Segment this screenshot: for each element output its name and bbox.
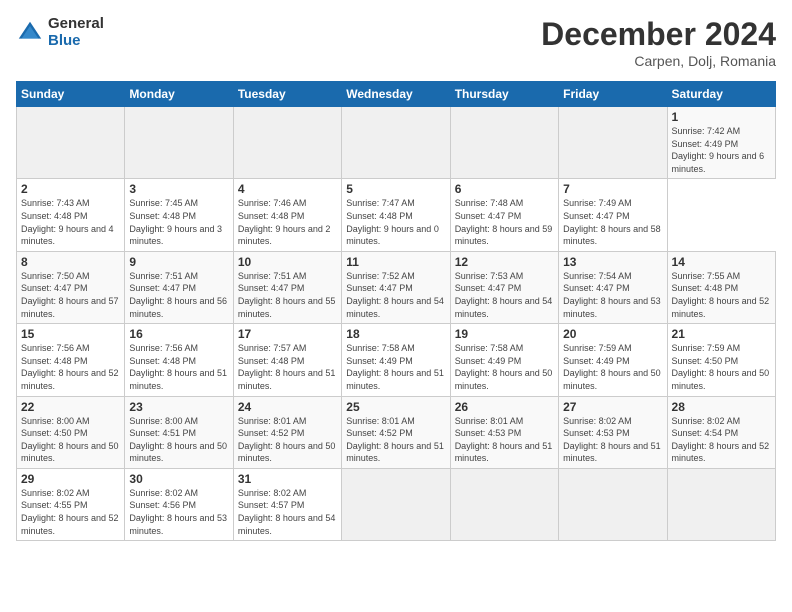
empty-cell (450, 468, 558, 540)
calendar-day-10: 10Sunrise: 7:51 AMSunset: 4:47 PMDayligh… (233, 251, 341, 323)
calendar-day-2: 2Sunrise: 7:43 AMSunset: 4:48 PMDaylight… (17, 179, 125, 251)
calendar-day-27: 27Sunrise: 8:02 AMSunset: 4:53 PMDayligh… (559, 396, 667, 468)
page: General Blue December 2024 Carpen, Dolj,… (0, 0, 792, 612)
calendar-day-24: 24Sunrise: 8:01 AMSunset: 4:52 PMDayligh… (233, 396, 341, 468)
calendar-day-1: 1Sunrise: 7:42 AMSunset: 4:49 PMDaylight… (667, 107, 775, 179)
calendar-day-14: 14Sunrise: 7:55 AMSunset: 4:48 PMDayligh… (667, 251, 775, 323)
empty-cell (450, 107, 558, 179)
calendar-day-23: 23Sunrise: 8:00 AMSunset: 4:51 PMDayligh… (125, 396, 233, 468)
calendar-week-0: 1Sunrise: 7:42 AMSunset: 4:49 PMDaylight… (17, 107, 776, 179)
empty-cell (233, 107, 341, 179)
calendar-week-4: 22Sunrise: 8:00 AMSunset: 4:50 PMDayligh… (17, 396, 776, 468)
empty-cell (667, 468, 775, 540)
calendar-day-19: 19Sunrise: 7:58 AMSunset: 4:49 PMDayligh… (450, 324, 558, 396)
calendar-day-18: 18Sunrise: 7:58 AMSunset: 4:49 PMDayligh… (342, 324, 450, 396)
calendar-day-7: 7Sunrise: 7:49 AMSunset: 4:47 PMDaylight… (559, 179, 667, 251)
header: General Blue December 2024 Carpen, Dolj,… (16, 16, 776, 69)
calendar-table: SundayMondayTuesdayWednesdayThursdayFrid… (16, 81, 776, 541)
calendar-header-wednesday: Wednesday (342, 82, 450, 107)
month-title: December 2024 (541, 16, 776, 53)
calendar-day-30: 30Sunrise: 8:02 AMSunset: 4:56 PMDayligh… (125, 468, 233, 540)
calendar-day-28: 28Sunrise: 8:02 AMSunset: 4:54 PMDayligh… (667, 396, 775, 468)
title-block: December 2024 Carpen, Dolj, Romania (541, 16, 776, 69)
location: Carpen, Dolj, Romania (541, 53, 776, 69)
calendar-header-friday: Friday (559, 82, 667, 107)
calendar-day-17: 17Sunrise: 7:57 AMSunset: 4:48 PMDayligh… (233, 324, 341, 396)
calendar-day-13: 13Sunrise: 7:54 AMSunset: 4:47 PMDayligh… (559, 251, 667, 323)
empty-cell (17, 107, 125, 179)
calendar-day-26: 26Sunrise: 8:01 AMSunset: 4:53 PMDayligh… (450, 396, 558, 468)
calendar-header-row: SundayMondayTuesdayWednesdayThursdayFrid… (17, 82, 776, 107)
logo-text: General Blue (48, 16, 104, 49)
calendar-day-4: 4Sunrise: 7:46 AMSunset: 4:48 PMDaylight… (233, 179, 341, 251)
calendar-header-thursday: Thursday (450, 82, 558, 107)
calendar-week-1: 2Sunrise: 7:43 AMSunset: 4:48 PMDaylight… (17, 179, 776, 251)
calendar-week-3: 15Sunrise: 7:56 AMSunset: 4:48 PMDayligh… (17, 324, 776, 396)
calendar-header-saturday: Saturday (667, 82, 775, 107)
empty-cell (125, 107, 233, 179)
calendar-day-12: 12Sunrise: 7:53 AMSunset: 4:47 PMDayligh… (450, 251, 558, 323)
calendar-week-5: 29Sunrise: 8:02 AMSunset: 4:55 PMDayligh… (17, 468, 776, 540)
calendar-week-2: 8Sunrise: 7:50 AMSunset: 4:47 PMDaylight… (17, 251, 776, 323)
calendar-day-11: 11Sunrise: 7:52 AMSunset: 4:47 PMDayligh… (342, 251, 450, 323)
empty-cell (342, 468, 450, 540)
calendar-day-8: 8Sunrise: 7:50 AMSunset: 4:47 PMDaylight… (17, 251, 125, 323)
empty-cell (342, 107, 450, 179)
calendar-day-6: 6Sunrise: 7:48 AMSunset: 4:47 PMDaylight… (450, 179, 558, 251)
calendar-day-31: 31Sunrise: 8:02 AMSunset: 4:57 PMDayligh… (233, 468, 341, 540)
logo-general: General (48, 16, 104, 33)
calendar-day-22: 22Sunrise: 8:00 AMSunset: 4:50 PMDayligh… (17, 396, 125, 468)
calendar-day-3: 3Sunrise: 7:45 AMSunset: 4:48 PMDaylight… (125, 179, 233, 251)
calendar-body: 1Sunrise: 7:42 AMSunset: 4:49 PMDaylight… (17, 107, 776, 541)
logo-blue: Blue (48, 33, 104, 50)
calendar-day-16: 16Sunrise: 7:56 AMSunset: 4:48 PMDayligh… (125, 324, 233, 396)
calendar-header-tuesday: Tuesday (233, 82, 341, 107)
calendar-day-29: 29Sunrise: 8:02 AMSunset: 4:55 PMDayligh… (17, 468, 125, 540)
empty-cell (559, 107, 667, 179)
logo-icon (16, 19, 44, 47)
calendar-header-monday: Monday (125, 82, 233, 107)
calendar-day-20: 20Sunrise: 7:59 AMSunset: 4:49 PMDayligh… (559, 324, 667, 396)
calendar-day-21: 21Sunrise: 7:59 AMSunset: 4:50 PMDayligh… (667, 324, 775, 396)
logo: General Blue (16, 16, 104, 49)
calendar-header-sunday: Sunday (17, 82, 125, 107)
calendar-day-25: 25Sunrise: 8:01 AMSunset: 4:52 PMDayligh… (342, 396, 450, 468)
empty-cell (559, 468, 667, 540)
calendar-day-15: 15Sunrise: 7:56 AMSunset: 4:48 PMDayligh… (17, 324, 125, 396)
calendar-day-5: 5Sunrise: 7:47 AMSunset: 4:48 PMDaylight… (342, 179, 450, 251)
calendar-day-9: 9Sunrise: 7:51 AMSunset: 4:47 PMDaylight… (125, 251, 233, 323)
